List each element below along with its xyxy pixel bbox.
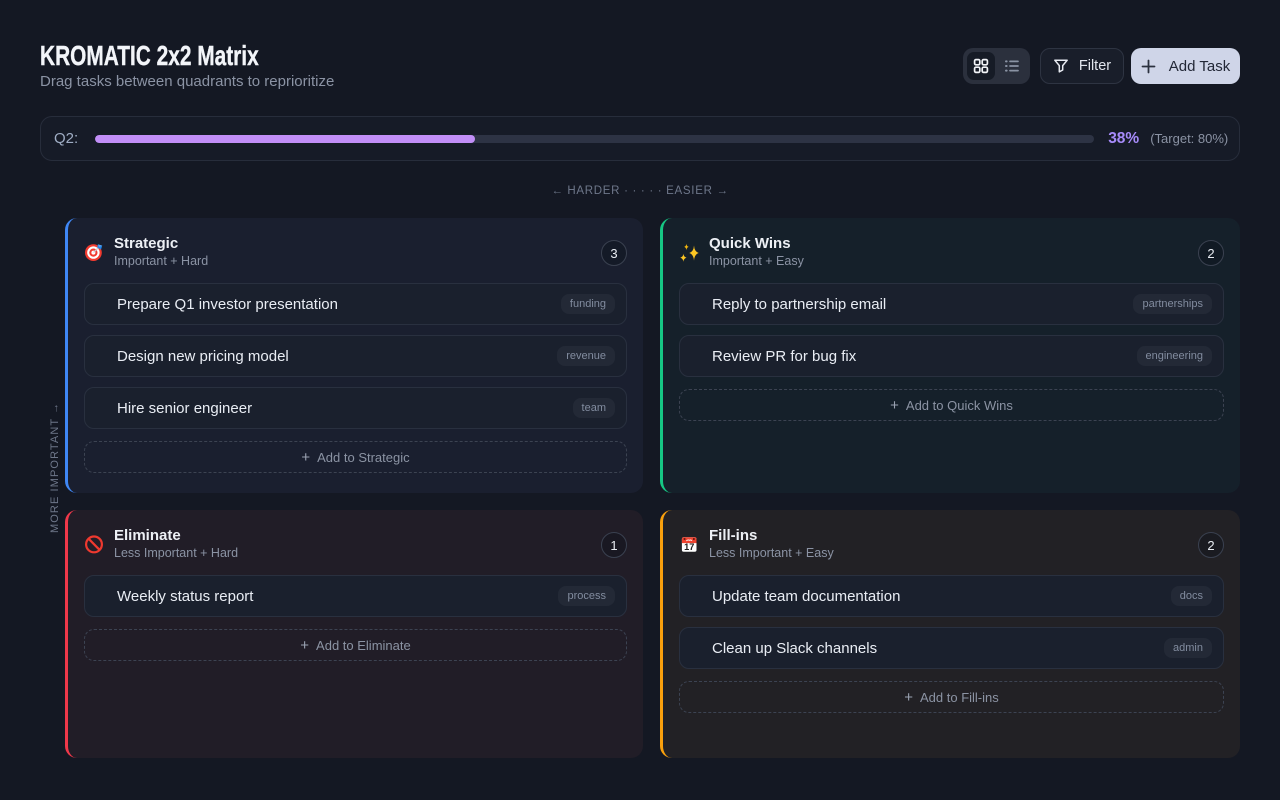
svg-text:17: 17 bbox=[684, 542, 694, 552]
